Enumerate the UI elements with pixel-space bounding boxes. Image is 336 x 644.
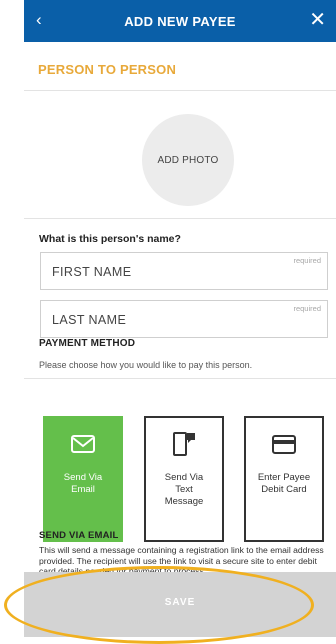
- phone-message-icon: [146, 430, 222, 458]
- payment-method-title: PAYMENT METHOD: [39, 338, 136, 349]
- first-name-field[interactable]: FIRST NAME required: [40, 252, 328, 290]
- last-name-placeholder: LAST NAME: [52, 313, 127, 327]
- option-label: Send Via Text Message: [164, 472, 204, 507]
- add-photo-button[interactable]: ADD PHOTO: [142, 114, 234, 206]
- add-payee-screen: ‹ ADD NEW PAYEE ✕ PERSON TO PERSON ADD P…: [24, 0, 336, 637]
- divider: [24, 378, 336, 379]
- send-via-email-title: SEND VIA EMAIL: [39, 530, 119, 541]
- last-name-field[interactable]: LAST NAME required: [40, 300, 328, 338]
- section-title: PERSON TO PERSON: [38, 62, 177, 77]
- option-label: Enter Payee Debit Card: [257, 472, 311, 495]
- save-button[interactable]: SAVE: [24, 572, 336, 637]
- divider: [24, 218, 336, 219]
- header-bar: ‹ ADD NEW PAYEE ✕: [24, 0, 336, 42]
- envelope-icon: [45, 430, 121, 458]
- payment-method-description: Please choose how you would like to pay …: [39, 360, 253, 370]
- close-icon[interactable]: ✕: [309, 8, 326, 32]
- page-title: ADD NEW PAYEE: [124, 13, 236, 29]
- enter-debit-card-option[interactable]: Enter Payee Debit Card: [244, 416, 324, 542]
- credit-card-icon: [246, 430, 322, 458]
- add-photo-label: ADD PHOTO: [157, 154, 219, 166]
- divider: [24, 90, 336, 91]
- send-via-text-option[interactable]: Send Via Text Message: [144, 416, 224, 542]
- send-via-email-option[interactable]: Send Via Email: [43, 416, 123, 542]
- name-question: What is this person's name?: [39, 233, 181, 245]
- required-label: required: [293, 304, 321, 313]
- first-name-placeholder: FIRST NAME: [52, 265, 132, 279]
- save-label: SAVE: [164, 597, 196, 608]
- back-icon[interactable]: ‹: [36, 9, 42, 31]
- required-label: required: [293, 256, 321, 265]
- option-label: Send Via Email: [63, 472, 103, 495]
